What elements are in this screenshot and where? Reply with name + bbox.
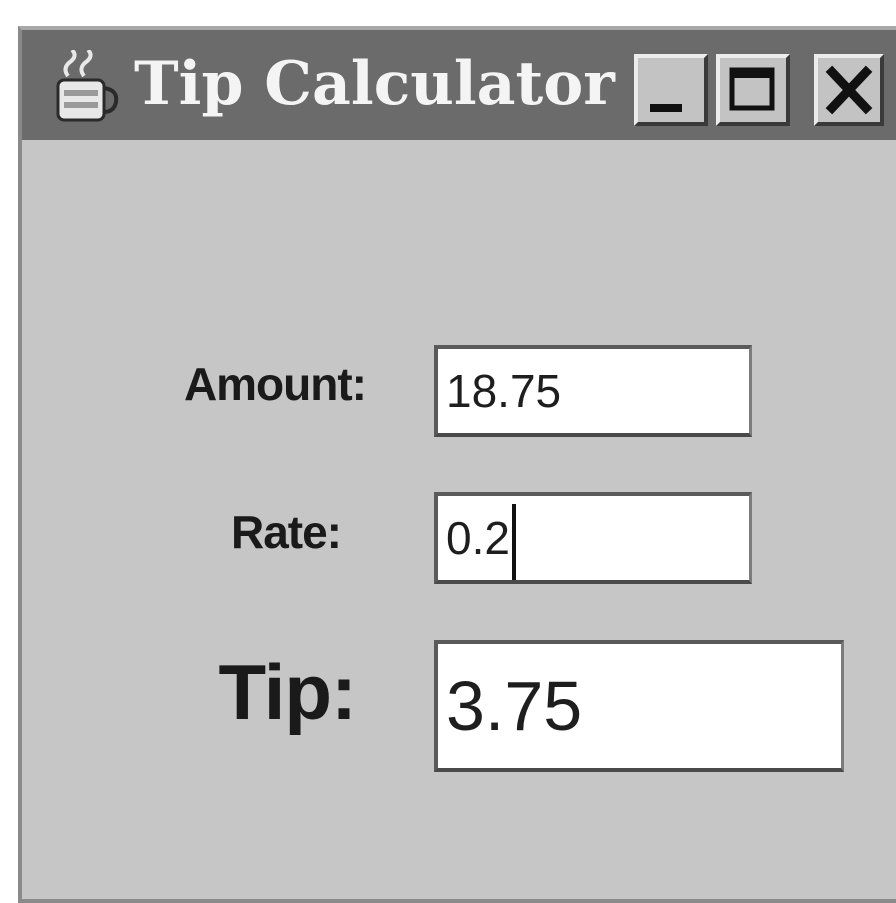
rate-value: 0.2 [446,512,510,564]
maximize-icon [729,67,775,111]
rate-label: Rate: [230,506,342,558]
window-title: Tip Calculator [134,49,615,119]
amount-value: 18.75 [446,365,562,417]
tip-value: 3.75 [446,667,583,745]
text-caret [511,503,516,580]
amount-label: Amount: [183,358,367,410]
close-icon [825,65,873,115]
tip-label: Tip: [218,648,357,736]
tip-field[interactable]: 3.75 [434,640,844,772]
minimize-button[interactable] [634,54,708,126]
minimize-icon [650,104,682,112]
rate-field[interactable]: 0.2 [434,492,752,584]
close-button[interactable] [814,54,884,126]
title-bar[interactable]: Tip Calculator [22,30,896,140]
amount-field[interactable]: 18.75 [434,345,752,437]
coffee-cup-icon[interactable] [52,48,120,126]
maximize-button[interactable] [716,54,790,126]
tip-calculator-window: Tip Calculator Amount: 18.75 Rate: 0.2 T… [18,26,896,903]
